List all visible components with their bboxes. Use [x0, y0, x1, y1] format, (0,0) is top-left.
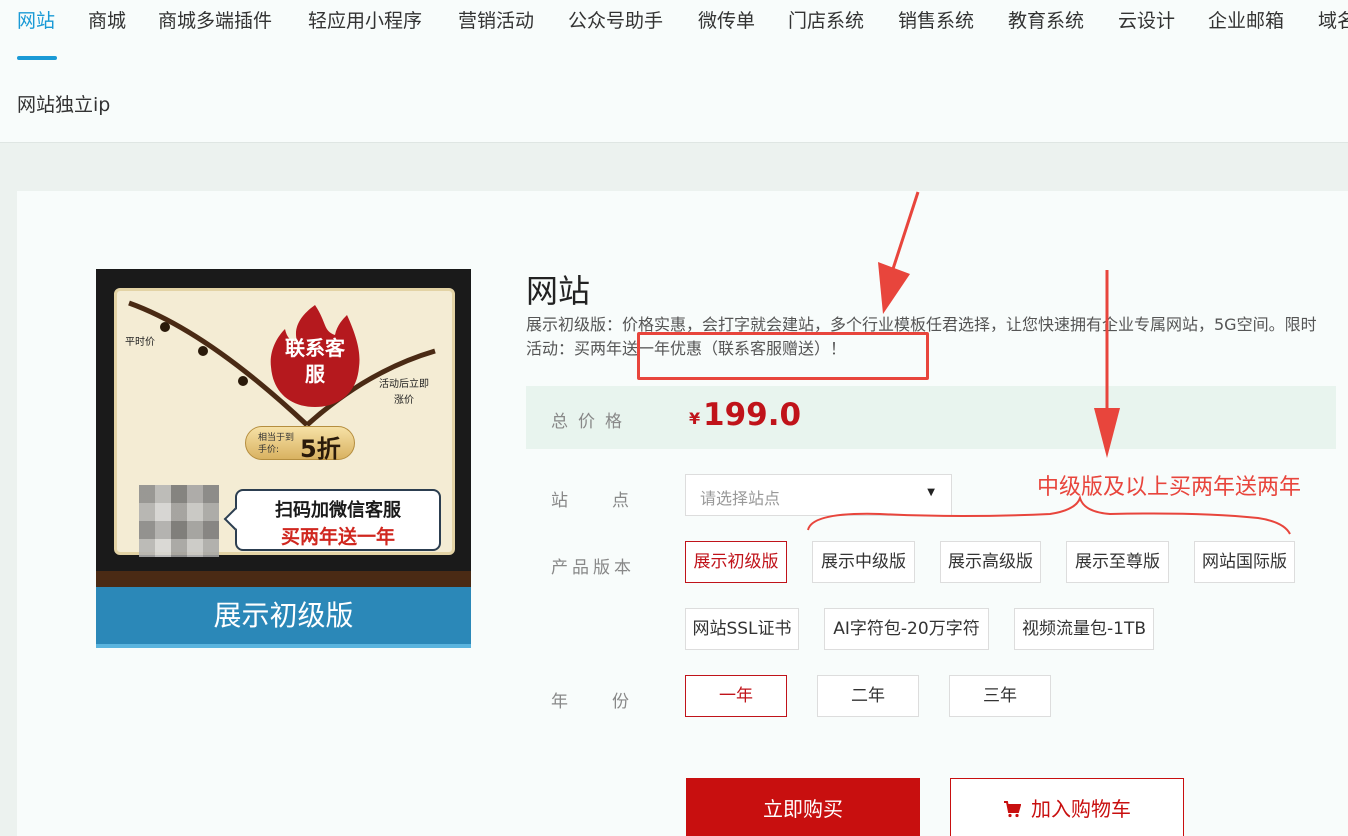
version-option-international[interactable]: 网站国际版: [1194, 541, 1295, 583]
years-label: 年份: [551, 692, 673, 712]
product-image: 联系客服 平时价 活动后立即涨价 相当于到手价: 5折 扫码加微信客服 买两年送…: [96, 269, 471, 648]
discount-value: 5折: [300, 435, 341, 463]
nav-item-store-system[interactable]: 门店系统: [788, 8, 864, 34]
currency-symbol: ¥: [689, 409, 701, 428]
nav-item-official-account[interactable]: 公众号助手: [568, 8, 663, 34]
version-option-premium[interactable]: 展示至尊版: [1066, 541, 1169, 583]
nav-item-mini-program[interactable]: 轻应用小程序: [308, 8, 422, 34]
product-title: 网站: [526, 272, 591, 310]
promo-card: 联系客服 平时价 活动后立即涨价 相当于到手价: 5折 扫码加微信客服 买两年送…: [114, 288, 455, 557]
ribbon-edge: [96, 644, 471, 648]
promo-highlight-box: [637, 332, 929, 380]
add-to-cart-button[interactable]: 加入购物车: [950, 778, 1184, 836]
nav-row: 网站 商城 商城多端插件 轻应用小程序 营销活动 公众号助手 微传单 门店系统 …: [0, 0, 1348, 62]
nav-item-flyer[interactable]: 微传单: [698, 8, 755, 34]
wechat-bubble: 扫码加微信客服 买两年送一年: [235, 489, 441, 551]
after-event-label: 活动后立即涨价: [379, 379, 429, 406]
year-option-three[interactable]: 三年: [949, 675, 1051, 717]
cart-icon: [1003, 781, 1022, 836]
buy-now-button[interactable]: 立即购买: [686, 778, 920, 836]
add-to-cart-label: 加入购物车: [1031, 797, 1131, 821]
version-option-ai-chars[interactable]: AI字符包-20万字符: [824, 608, 989, 650]
nav-item-marketing[interactable]: 营销活动: [458, 8, 534, 34]
nav-item-mall-plugin[interactable]: 商城多端插件: [158, 8, 272, 34]
year-option-two[interactable]: 二年: [817, 675, 919, 717]
top-navigation: 网站 商城 商城多端插件 轻应用小程序 营销活动 公众号助手 微传单 门店系统 …: [0, 0, 1348, 143]
site-select-placeholder: 请选择站点: [700, 489, 781, 508]
version-ribbon: 展示初级版: [96, 587, 471, 644]
site-select[interactable]: 请选择站点 ▼: [685, 474, 952, 516]
version-option-advanced[interactable]: 展示高级版: [940, 541, 1041, 583]
discount-small-text: 相当于到手价:: [258, 433, 295, 455]
version-option-basic[interactable]: 展示初级版: [685, 541, 787, 583]
version-option-intermediate[interactable]: 展示中级版: [812, 541, 915, 583]
annotation-text: 中级版及以上买两年送两年: [1037, 475, 1302, 500]
qr-code: [139, 485, 219, 557]
wechat-line1: 扫码加微信客服: [275, 500, 401, 521]
discount-badge: 相当于到手价: 5折: [245, 426, 355, 463]
nav-item-domain[interactable]: 域名: [1318, 8, 1348, 34]
nav-item-enterprise-mail[interactable]: 企业邮箱: [1208, 8, 1284, 34]
nav-item-independent-ip[interactable]: 网站独立ip: [17, 90, 110, 117]
nav-item-cloud-design[interactable]: 云设计: [1118, 8, 1175, 34]
nav-item-mall[interactable]: 商城: [88, 8, 126, 34]
image-divider: [96, 571, 471, 587]
normal-price-label: 平时价: [125, 337, 155, 348]
price-value: 199.0: [703, 397, 802, 433]
price-label: 总价格: [551, 412, 632, 432]
price-row: [526, 386, 1336, 449]
nav-active-underline: [17, 56, 57, 60]
nav-item-education-system[interactable]: 教育系统: [1008, 8, 1084, 34]
version-option-ssl[interactable]: 网站SSL证书: [685, 608, 799, 650]
wechat-line2: 买两年送一年: [280, 526, 395, 548]
flame-label: 联系客服: [285, 336, 345, 386]
nav-item-website[interactable]: 网站: [17, 8, 55, 34]
site-label: 站点: [551, 491, 673, 511]
version-option-video-traffic[interactable]: 视频流量包-1TB: [1014, 608, 1154, 650]
chevron-down-icon: ▼: [927, 487, 935, 498]
year-option-one[interactable]: 一年: [685, 675, 787, 717]
version-label: 产品版本: [551, 558, 635, 578]
nav-item-sales-system[interactable]: 销售系统: [898, 8, 974, 34]
